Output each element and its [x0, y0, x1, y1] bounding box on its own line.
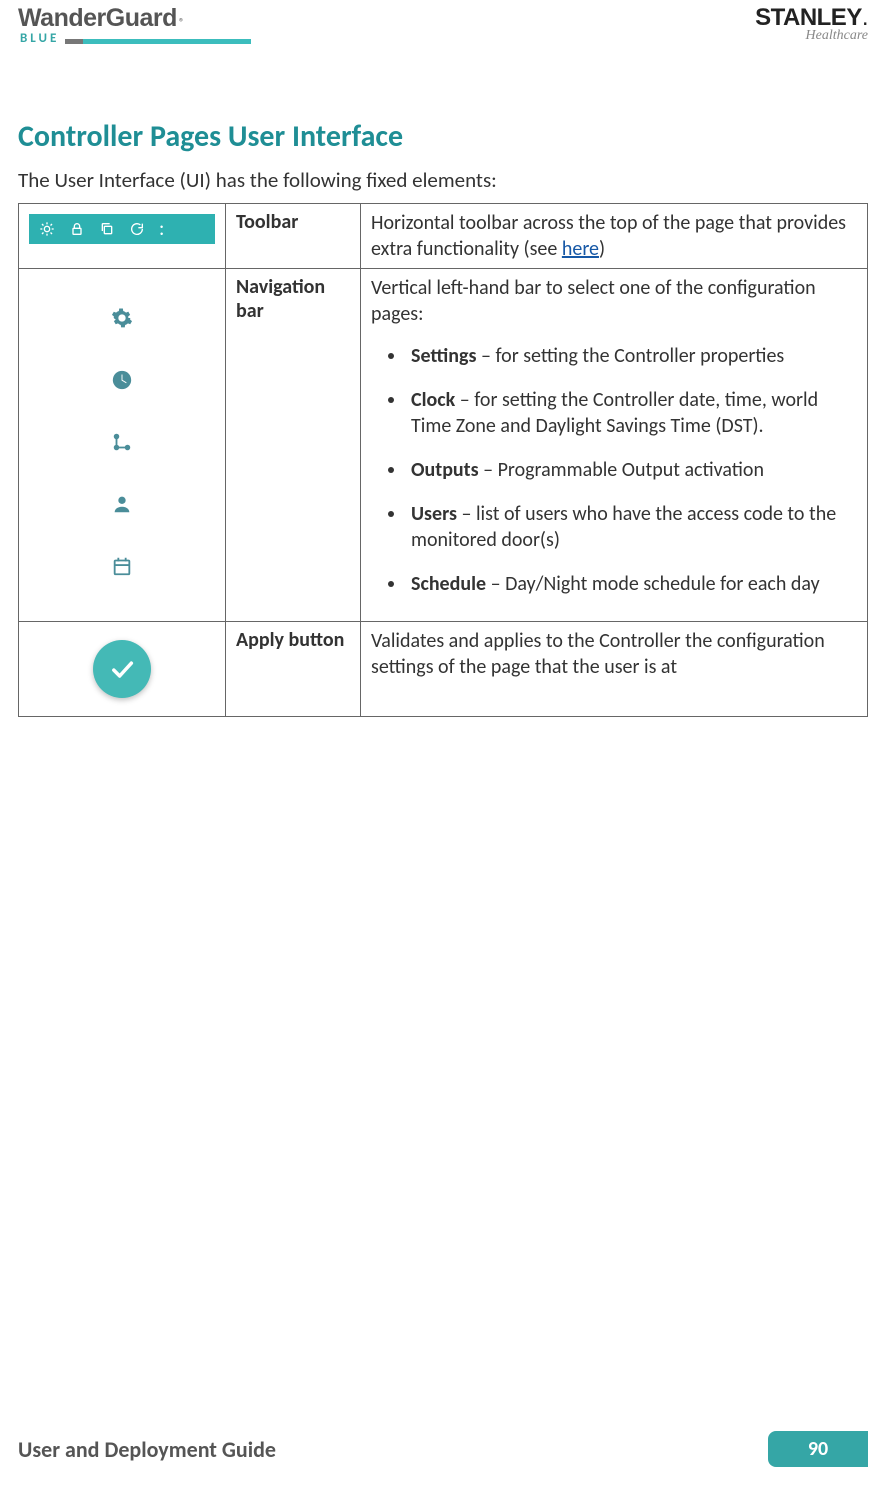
table-row-toolbar: : Toolbar Horizontal toolbar across the …: [19, 204, 868, 269]
apply-name: Apply button: [226, 622, 361, 717]
page-number: 90: [768, 1431, 868, 1467]
nav-item-label: Settings: [411, 344, 476, 368]
gear-icon: [111, 307, 133, 329]
navbar-items-list: Settings – for setting the Controller pr…: [371, 343, 857, 597]
toolbar-preview: :: [29, 214, 215, 244]
brand-logo: WanderGuard ® BLUE: [18, 4, 251, 46]
nav-item-text: – for setting the Controller date, time,…: [411, 388, 818, 438]
refresh-icon: [129, 221, 145, 237]
list-item: Users – list of users who have the acces…: [407, 501, 857, 553]
list-item: Settings – for setting the Controller pr…: [407, 343, 857, 369]
nav-item-text: – Programmable Output activation: [479, 458, 764, 482]
brand-name: WanderGuard: [18, 4, 177, 33]
toolbar-divider: :: [159, 217, 164, 241]
nav-item-text: – for setting the Controller properties: [476, 344, 784, 368]
nav-item-label: Schedule: [411, 572, 486, 596]
check-icon: [108, 655, 136, 683]
nav-item-label: Users: [411, 502, 457, 526]
brand-underline: [65, 39, 251, 44]
brand-sub: BLUE: [20, 31, 59, 46]
navbar-intro: Vertical left-hand bar to select one of …: [371, 275, 857, 327]
page-footer: User and Deployment Guide 90: [18, 1431, 868, 1467]
toolbar-desc-before: Horizontal toolbar across the top of the…: [371, 211, 846, 261]
calendar-icon: [111, 555, 133, 577]
outputs-icon: [111, 431, 133, 453]
list-item: Outputs – Programmable Output activation: [407, 457, 857, 483]
company-name: STANLEY: [755, 4, 862, 31]
registered-mark: ®: [179, 16, 185, 29]
table-row-apply: Apply button Validates and applies to th…: [19, 622, 868, 717]
table-row-navbar: Navigation bar Vertical left-hand bar to…: [19, 269, 868, 622]
apply-desc: Validates and applies to the Controller …: [361, 622, 868, 717]
apply-button-preview: [93, 640, 151, 698]
nav-item-text: – list of users who have the access code…: [411, 502, 836, 552]
intro-text: The User Interface (UI) has the followin…: [18, 167, 868, 193]
toolbar-name: Toolbar: [226, 204, 361, 269]
nav-item-label: Outputs: [411, 458, 479, 482]
toolbar-image-cell: :: [19, 204, 226, 269]
navbar-image-cell: [19, 269, 226, 622]
company-dot: .: [862, 4, 868, 31]
toolbar-desc-after: ): [599, 237, 605, 261]
toolbar-here-link[interactable]: here: [562, 237, 599, 261]
page-header: WanderGuard ® BLUE STANLEY. Healthcare: [18, 0, 868, 56]
nav-item-text: – Day/Night mode schedule for each day: [486, 572, 820, 596]
list-item: Clock – for setting the Controller date,…: [407, 387, 857, 439]
lock-icon: [69, 221, 85, 237]
list-item: Schedule – Day/Night mode schedule for e…: [407, 571, 857, 597]
company-logo: STANLEY. Healthcare: [755, 4, 868, 44]
nav-item-label: Clock: [411, 388, 455, 412]
navbar-desc-cell: Vertical left-hand bar to select one of …: [361, 269, 868, 622]
navbar-preview: [97, 287, 147, 593]
user-icon: [111, 493, 133, 515]
clock-icon: [111, 369, 133, 391]
ui-elements-table: : Toolbar Horizontal toolbar across the …: [18, 203, 868, 717]
footer-title: User and Deployment Guide: [18, 1436, 276, 1463]
copy-icon: [99, 221, 115, 237]
navbar-name: Navigation bar: [226, 269, 361, 622]
brightness-icon: [39, 221, 55, 237]
section-heading: Controller Pages User Interface: [18, 118, 868, 155]
apply-image-cell: [19, 622, 226, 717]
toolbar-desc-cell: Horizontal toolbar across the top of the…: [361, 204, 868, 269]
